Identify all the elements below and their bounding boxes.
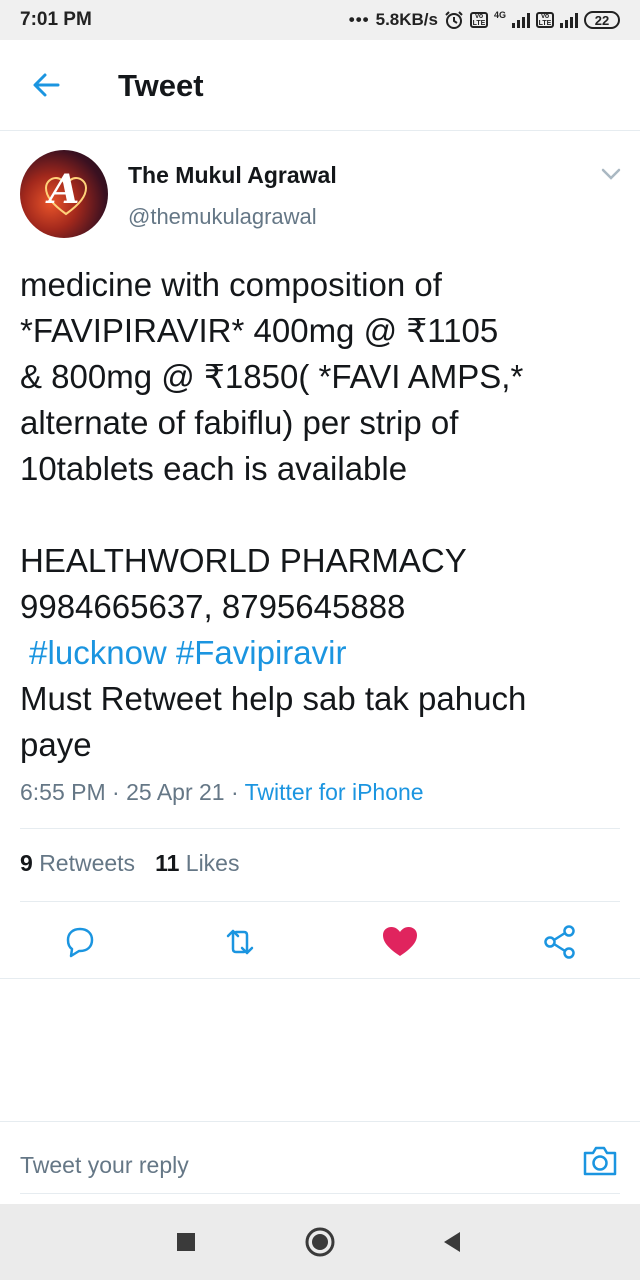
likes-count: 11 [155,850,180,876]
meta-separator: · [230,779,239,805]
tweet-source-link[interactable]: Twitter for iPhone [245,779,424,805]
signal-icon-2 [560,12,578,28]
battery-icon: 22 [584,11,620,29]
author-name[interactable]: The Mukul Agrawal [128,162,337,189]
divider [20,828,620,829]
system-nav-bar [0,1204,640,1280]
tweet-time: 6:55 PM [20,779,106,805]
retweets-stat[interactable]: 9 Retweets [20,850,135,877]
tweet-meta: 6:55 PM · 25 Apr 21 · Twitter for iPhone [20,779,424,806]
tweet-line: alternate of fabiflu) per strip of [20,404,459,441]
status-dots: ••• [348,10,370,29]
author-handle[interactable]: @themukulagrawal [128,204,317,230]
page-title: Tweet [118,68,204,103]
reply-icon[interactable] [60,922,100,962]
hashtag-link[interactable]: #Favipiravir [176,634,347,671]
retweet-icon[interactable] [220,922,260,962]
tweet-text: medicine with composition of *FAVIPIRAVI… [20,262,620,768]
retweets-count: 9 [20,850,33,876]
action-bar [0,910,640,978]
divider [20,901,620,902]
avatar-letter: A [48,166,80,213]
camera-icon[interactable] [580,1141,620,1181]
volte-icon: Vo LTE [469,12,488,28]
status-bar: 7:01 PM ••• 5.8KB/s Vo LTE 4G Vo LTE 22 [0,0,640,40]
likes-label: Likes [185,850,240,876]
likes-stat[interactable]: 11 Likes [155,850,239,877]
status-icons: ••• 5.8KB/s Vo LTE 4G Vo LTE 22 [349,10,620,30]
alarm-icon [445,11,463,29]
reply-input[interactable] [20,1145,540,1185]
divider [0,978,640,979]
hashtag-line: #lucknow #Favipiravir [20,630,620,676]
tweet-line: & 800mg @ ₹1850( *FAVI AMPS,* [20,358,524,395]
tweet-date: 25 Apr 21 [126,779,225,805]
tweet-line: medicine with composition of [20,266,442,303]
tweet-line: Must Retweet help sab tak pahuch [20,680,527,717]
signal-icon [512,12,530,28]
hashtag-link[interactable]: #lucknow [29,634,167,671]
like-icon[interactable] [380,922,420,962]
triangle-back-icon[interactable] [434,1224,470,1260]
volte-icon-2: Vo LTE [536,12,554,28]
tweet-line: HEALTHWORLD PHARMACY [20,542,467,579]
network-type: 4G [493,10,506,20]
tweet-line: 9984665637, 8795645888 [20,588,406,625]
arrow-left-icon[interactable] [28,67,64,103]
retweets-label: Retweets [39,850,136,876]
tweet-stats: 9 Retweets 11 Likes [20,850,239,877]
divider [0,1121,640,1122]
tweet-line: *FAVIPIRAVIR* 400mg @ ₹1105 [20,312,499,349]
status-time: 7:01 PM [20,9,92,30]
app-header: Tweet [0,40,640,131]
avatar[interactable]: A [20,150,108,238]
share-icon[interactable] [540,922,580,962]
meta-separator: · [112,779,120,805]
square-icon[interactable] [168,1224,204,1260]
tweet-line: 10tablets each is available [20,450,408,487]
net-speed: 5.8KB/s [375,10,438,29]
chevron-down-icon[interactable] [600,166,622,182]
circle-icon[interactable] [302,1224,338,1260]
divider [20,1193,620,1194]
tweet-line: paye [20,726,92,763]
